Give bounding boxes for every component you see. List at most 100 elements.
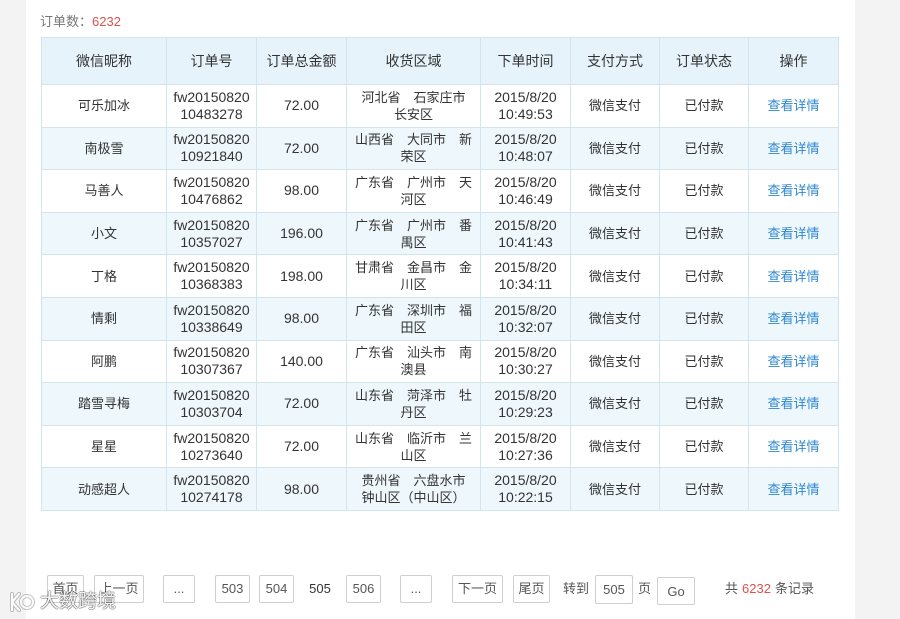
column-header-region: 收货区域: [346, 37, 481, 85]
view-details-link[interactable]: 查看详情: [767, 439, 819, 454]
order-number-cell: fw2015082010921840: [166, 126, 257, 171]
order-number-cell: fw2015082010303704: [166, 382, 257, 426]
order-count-summary: 订单数：6232: [40, 13, 121, 31]
payment-method-cell: 微信支付: [570, 467, 660, 511]
order-amount-cell: 98.00: [256, 169, 347, 213]
column-header-nickname: 微信昵称: [41, 37, 167, 85]
shipping-region-cell: 山东省 临沂市 兰山区: [346, 424, 481, 469]
payment-method-cell: 微信支付: [570, 382, 660, 426]
order-number: fw2015082010368383: [173, 259, 250, 293]
shipping-region-cell: 山东省 菏泽市 牡丹区: [346, 382, 481, 426]
order-time-cell: 2015/8/20 10:29:23: [480, 382, 571, 426]
order-time-cell: 2015/8/20 10:49:53: [480, 84, 571, 128]
order-count-value: 6232: [92, 14, 121, 29]
shipping-region: 山东省 临沂市 兰山区: [354, 430, 472, 463]
order-time: 2015/8/20 10:30:27: [494, 344, 557, 378]
total-suffix: 条记录: [774, 581, 814, 596]
page-number-button[interactable]: 504: [259, 575, 294, 603]
order-time-cell: 2015/8/20 10:30:27: [480, 339, 571, 384]
order-status-cell: 已付款: [659, 211, 749, 256]
order-number-cell: fw2015082010368383: [166, 254, 257, 298]
goto-page-input[interactable]: [595, 575, 633, 604]
last-page-button[interactable]: 尾页: [513, 575, 550, 603]
table-row: 南极雪 fw2015082010921840 72.00 山西省 大同市 新荣区…: [41, 126, 839, 171]
shipping-region-cell: 贵州省 六盘水市 钟山区（中山区）: [346, 467, 481, 511]
table-body: 可乐加冰 fw2015082010483278 72.00 河北省 石家庄市 长…: [41, 84, 839, 511]
view-details-link[interactable]: 查看详情: [767, 183, 819, 198]
action-cell: 查看详情: [748, 382, 839, 426]
order-time: 2015/8/20 10:29:23: [494, 386, 557, 420]
order-time-cell: 2015/8/20 10:48:07: [480, 126, 571, 171]
payment-method-cell: 微信支付: [570, 126, 660, 171]
order-number: fw2015082010921840: [173, 131, 250, 165]
page-number-button[interactable]: 503: [215, 575, 250, 603]
order-status-cell: 已付款: [659, 126, 749, 171]
nickname-cell: 动感超人: [41, 467, 167, 511]
order-time-cell: 2015/8/20 10:27:36: [480, 424, 571, 469]
nickname-cell: 丁格: [41, 254, 167, 298]
nickname-cell: 踏雪寻梅: [41, 382, 167, 426]
order-amount-cell: 196.00: [256, 211, 347, 256]
order-number: fw2015082010357027: [173, 216, 250, 250]
order-time: 2015/8/20 10:48:07: [494, 131, 557, 165]
order-number: fw2015082010338649: [173, 301, 250, 335]
nickname-cell: 南极雪: [41, 126, 167, 171]
table-row: 情剩 fw2015082010338649 98.00 广东省 深圳市 福田区 …: [41, 296, 839, 341]
nickname-cell: 马善人: [41, 169, 167, 213]
order-number: fw2015082010274178: [173, 472, 250, 506]
order-time: 2015/8/20 10:32:07: [494, 301, 557, 335]
order-amount-cell: 72.00: [256, 84, 347, 128]
order-status-cell: 已付款: [659, 424, 749, 469]
shipping-region: 广东省 汕头市 南澳县: [354, 345, 472, 378]
order-number: fw2015082010476862: [173, 173, 250, 207]
order-time-cell: 2015/8/20 10:22:15: [480, 467, 571, 511]
current-page-number: 505: [309, 581, 331, 596]
order-status-cell: 已付款: [659, 254, 749, 298]
view-details-link[interactable]: 查看详情: [767, 482, 819, 497]
order-status-cell: 已付款: [659, 296, 749, 341]
order-time-cell: 2015/8/20 10:41:43: [480, 211, 571, 256]
shipping-region: 甘肃省 金昌市 金川区: [354, 260, 472, 293]
next-page-button[interactable]: 下一页: [452, 575, 503, 603]
order-time-cell: 2015/8/20 10:34:11: [480, 254, 571, 298]
page-number-button[interactable]: 506: [346, 575, 381, 603]
order-amount-cell: 98.00: [256, 296, 347, 341]
order-number-cell: fw2015082010338649: [166, 296, 257, 341]
order-amount-cell: 98.00: [256, 467, 347, 511]
order-time: 2015/8/20 10:22:15: [494, 472, 557, 506]
view-details-link[interactable]: 查看详情: [767, 311, 819, 326]
payment-method-cell: 微信支付: [570, 169, 660, 213]
shipping-region: 广东省 广州市 番禺区: [354, 217, 472, 250]
nickname-cell: 星星: [41, 424, 167, 469]
go-button[interactable]: Go: [657, 577, 695, 605]
view-details-link[interactable]: 查看详情: [767, 354, 819, 369]
column-header-payment-method: 支付方式: [570, 37, 660, 85]
action-cell: 查看详情: [748, 424, 839, 469]
view-details-link[interactable]: 查看详情: [767, 226, 819, 241]
column-header-order-number: 订单号: [166, 37, 257, 85]
page-unit-label: 页: [638, 581, 652, 596]
order-time-cell: 2015/8/20 10:32:07: [480, 296, 571, 341]
order-amount-cell: 140.00: [256, 339, 347, 384]
order-time: 2015/8/20 10:27:36: [494, 429, 557, 463]
order-status-cell: 已付款: [659, 169, 749, 213]
order-status-cell: 已付款: [659, 339, 749, 384]
action-cell: 查看详情: [748, 254, 839, 298]
column-header-order-time: 下单时间: [480, 37, 571, 85]
view-details-link[interactable]: 查看详情: [767, 396, 819, 411]
payment-method-cell: 微信支付: [570, 339, 660, 384]
view-details-link[interactable]: 查看详情: [767, 269, 819, 284]
view-details-link[interactable]: 查看详情: [767, 98, 819, 113]
order-number-cell: fw2015082010274178: [166, 467, 257, 511]
action-cell: 查看详情: [748, 296, 839, 341]
table-row: 马善人 fw2015082010476862 98.00 广东省 广州市 天河区…: [41, 169, 839, 213]
payment-method-cell: 微信支付: [570, 254, 660, 298]
order-time: 2015/8/20 10:46:49: [494, 173, 557, 207]
order-number: fw2015082010483278: [173, 88, 250, 122]
column-header-order-status: 订单状态: [659, 37, 749, 85]
nickname-cell: 小文: [41, 211, 167, 256]
total-records: 共 6232 条记录: [725, 575, 814, 603]
view-details-link[interactable]: 查看详情: [767, 141, 819, 156]
payment-method-cell: 微信支付: [570, 211, 660, 256]
shipping-region-cell: 甘肃省 金昌市 金川区: [346, 254, 481, 298]
